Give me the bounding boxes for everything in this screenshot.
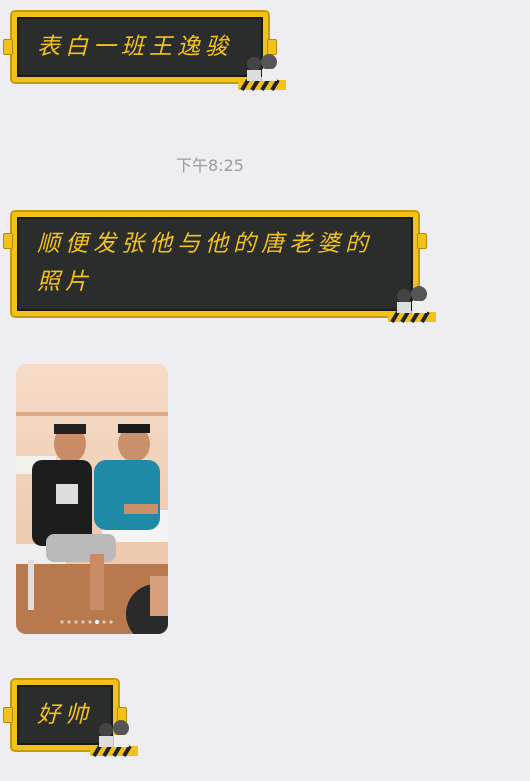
- avatar-badge-icon: [90, 720, 138, 758]
- avatar-badge-icon: [238, 54, 286, 92]
- photo-message[interactable]: [16, 364, 168, 634]
- message-timestamp: 下午8:25: [176, 156, 244, 175]
- photo-image: [16, 364, 168, 634]
- bubble-frame-tab: [417, 233, 427, 249]
- bubble-frame-tab: [3, 233, 13, 249]
- message-text: 表白一班王逸骏: [37, 34, 233, 60]
- message-text: 顺便发张他与他的唐老婆的照片: [37, 231, 373, 295]
- bubble-frame-tab: [3, 707, 13, 723]
- message-bubble-2[interactable]: 顺便发张他与他的唐老婆的照片: [3, 212, 427, 316]
- avatar-badge-icon: [388, 286, 436, 324]
- bubble-frame-tab: [3, 39, 13, 55]
- message-bubble-1[interactable]: 表白一班王逸骏: [3, 12, 277, 82]
